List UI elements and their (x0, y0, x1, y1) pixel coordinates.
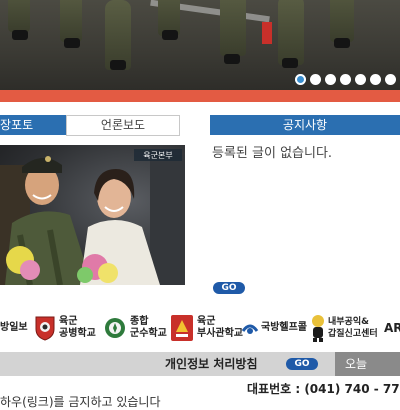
link-partial[interactable]: AR (384, 308, 400, 348)
carousel-dot[interactable] (340, 73, 351, 85)
link-defense-helpline[interactable]: 국방헬프콜 (241, 308, 307, 348)
carousel-dot[interactable] (370, 73, 381, 85)
today-visitors-label: 오늘 (335, 352, 400, 376)
carousel-pagination (295, 72, 396, 86)
photo-badge-text: 육군본부 (143, 151, 172, 160)
link-whistleblower-center[interactable]: 내부공익& 갑질신고센터 (310, 308, 378, 348)
defense-helpline-icon (241, 324, 259, 334)
carousel-dot-active[interactable] (295, 73, 306, 85)
link-logistics-school[interactable]: 종합 군수학교 (104, 308, 167, 348)
link-nco-school[interactable]: 육군 부사관학교 (170, 308, 243, 348)
link-label: 육군 공병학교 (59, 316, 96, 339)
tab-press-coverage[interactable]: 언론보도 (66, 115, 180, 136)
link-label: 내부공익& 갑질신고센터 (328, 317, 378, 339)
section-divider-band (0, 90, 400, 102)
link-engineer-school[interactable]: 육군 공병학교 (34, 308, 96, 348)
link-label: 방일보 (0, 322, 28, 333)
carousel-dot[interactable] (310, 73, 321, 85)
tab-photo[interactable]: 장포토 (0, 115, 66, 135)
link-army-newspaper[interactable]: 방일보 (0, 308, 28, 348)
link-label: AR (384, 321, 400, 335)
related-links-strip: 방일보 육군 공병학교 종합 군수학교 육군 부사관학교 국방헬프콜 내부공익&… (0, 308, 400, 348)
whistleblower-mascot-icon (312, 315, 324, 342)
hero-banner-image[interactable] (0, 0, 400, 90)
logistics-school-emblem-icon (105, 318, 125, 338)
notice-empty-message: 등록된 글이 없습니다. (212, 146, 333, 161)
privacy-go-button[interactable]: GO (286, 358, 318, 370)
military-police-school-emblem-icon (35, 316, 55, 341)
notice-go-button[interactable]: GO (213, 282, 245, 294)
soldier-family-photo: 육군본부 (0, 149, 185, 285)
notice-header[interactable]: 공지사항 (210, 115, 400, 135)
privacy-policy-link[interactable]: 개인정보 처리방침 (165, 355, 258, 372)
link-label: 종합 군수학교 (130, 316, 167, 339)
featured-photo[interactable]: 육군본부 (0, 145, 185, 285)
carousel-dot[interactable] (355, 73, 366, 85)
nco-school-emblem-icon (171, 315, 193, 341)
carousel-dot[interactable] (325, 73, 336, 85)
footer-copyright-note: 하우(링크)를 금지하고 있습니다 (0, 395, 161, 409)
representative-phone: 대표번호 : (041) 740 - 7777 (247, 382, 400, 396)
link-label: 육군 부사관학교 (197, 316, 243, 339)
link-label: 국방헬프콜 (261, 322, 307, 333)
carousel-dot[interactable] (385, 73, 396, 85)
